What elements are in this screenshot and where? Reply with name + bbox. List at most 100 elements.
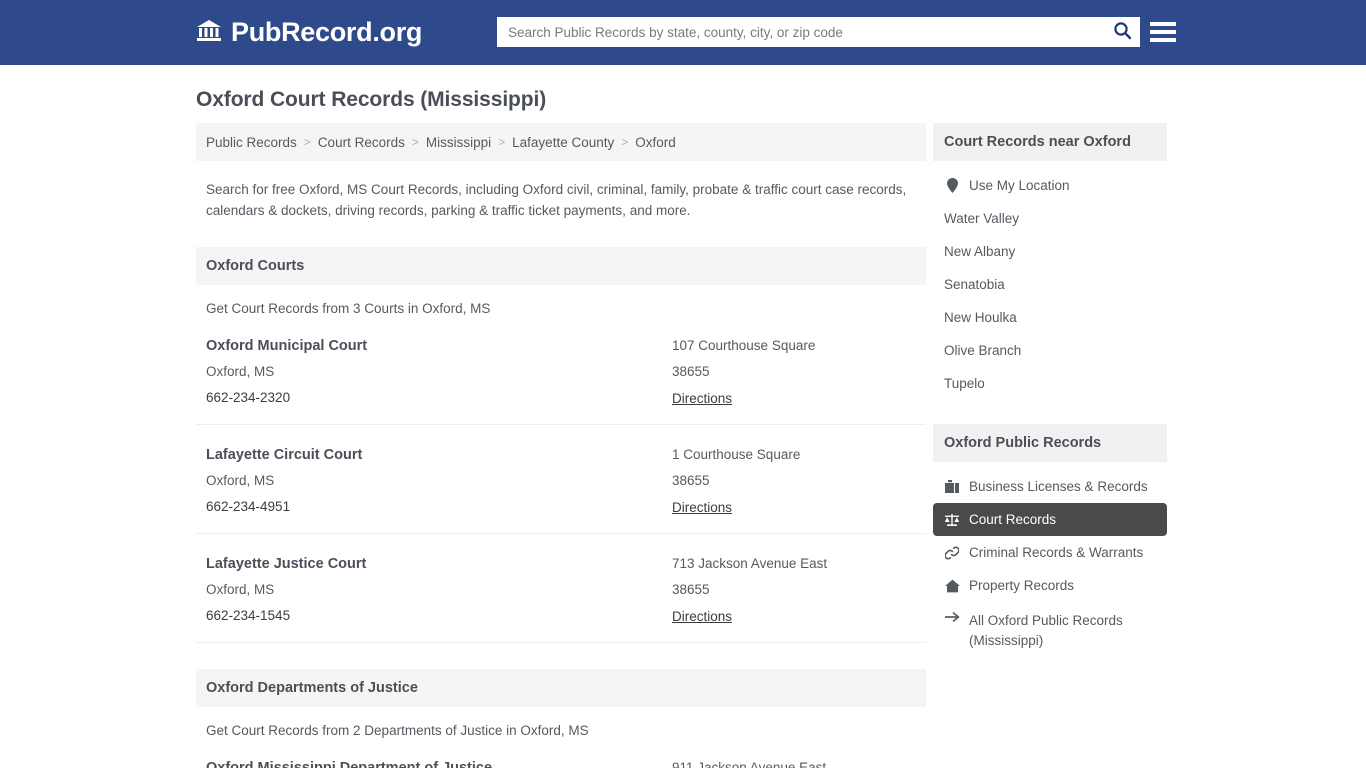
search-bar[interactable] bbox=[497, 17, 1140, 47]
hamburger-bar-2 bbox=[1150, 30, 1176, 34]
sidebar: Court Records near Oxford Use My Locatio… bbox=[933, 123, 1167, 660]
breadcrumb-separator: > bbox=[411, 135, 419, 149]
section-heading-courts: Oxford Courts bbox=[196, 247, 926, 285]
list-item: Court Records bbox=[933, 503, 1167, 536]
section-subheading-doj: Get Court Records from 2 Departments of … bbox=[206, 723, 589, 738]
breadcrumb-item-lafayette-county[interactable]: Lafayette County bbox=[512, 135, 614, 150]
breadcrumb-separator: > bbox=[303, 135, 311, 149]
sidebar-item-new-houlka[interactable]: New Houlka bbox=[933, 301, 1167, 334]
home-icon bbox=[944, 579, 960, 593]
sidebar-nearby-list: Use My Location Water Valley New Albany … bbox=[933, 161, 1167, 400]
entry-primary: Lafayette Justice Court Oxford, MS 662-2… bbox=[206, 556, 672, 626]
hamburger-menu-button[interactable] bbox=[1150, 18, 1176, 46]
sidebar-item-all-public-records[interactable]: All Oxford Public Records (Mississippi) bbox=[933, 602, 1167, 660]
table-row: Lafayette Justice Court Oxford, MS 662-2… bbox=[196, 534, 926, 643]
court-phone: 662-234-2320 bbox=[206, 390, 291, 405]
main-content: Public Records > Court Records > Mississ… bbox=[196, 123, 926, 768]
sidebar-item-label: Water Valley bbox=[944, 211, 1020, 226]
breadcrumb-item-court-records[interactable]: Court Records bbox=[318, 135, 405, 150]
scales-of-justice-icon bbox=[944, 513, 960, 527]
map-pin-icon bbox=[944, 178, 960, 193]
list-item: Use My Location bbox=[933, 169, 1167, 202]
sidebar-item-label: Senatobia bbox=[944, 277, 1005, 292]
court-address: 107 Courthouse Square bbox=[672, 338, 816, 353]
sidebar-item-label: New Albany bbox=[944, 244, 1016, 259]
table-row: Oxford Mississippi Department of Justice… bbox=[196, 738, 926, 768]
site-header: PubRecord.org bbox=[0, 0, 1366, 65]
sidebar-item-label: Use My Location bbox=[969, 178, 1070, 193]
hamburger-menu-icon bbox=[1150, 22, 1176, 26]
entry-secondary: 1 Courthouse Square 38655 Directions bbox=[672, 447, 916, 517]
court-city-state: Oxford, MS bbox=[206, 473, 275, 488]
directions-link[interactable]: Directions bbox=[672, 500, 732, 515]
sidebar-item-label: Court Records bbox=[969, 512, 1057, 527]
section-heading-doj: Oxford Departments of Justice bbox=[196, 669, 926, 707]
list-item: Senatobia bbox=[933, 268, 1167, 301]
breadcrumb-separator: > bbox=[498, 135, 506, 149]
court-name-link[interactable]: Lafayette Circuit Court bbox=[206, 447, 672, 463]
breadcrumb-item-public-records[interactable]: Public Records bbox=[206, 135, 297, 150]
briefcase-icon bbox=[944, 480, 960, 493]
directions-link[interactable]: Directions bbox=[672, 391, 732, 406]
site-logo[interactable]: PubRecord.org bbox=[196, 17, 422, 48]
sidebar-public-records-list: Business Licenses & Records Court Record… bbox=[933, 462, 1167, 660]
sidebar-item-tupelo[interactable]: Tupelo bbox=[933, 367, 1167, 400]
entry-secondary: 713 Jackson Avenue East 38655 Directions bbox=[672, 556, 916, 626]
sidebar-item-criminal-records[interactable]: Criminal Records & Warrants bbox=[933, 536, 1167, 569]
list-item: Criminal Records & Warrants bbox=[933, 536, 1167, 569]
court-address: 713 Jackson Avenue East bbox=[672, 556, 828, 571]
court-name-link[interactable]: Lafayette Justice Court bbox=[206, 556, 672, 572]
sidebar-heading-public-records: Oxford Public Records bbox=[933, 424, 1167, 462]
list-item: New Albany bbox=[933, 235, 1167, 268]
brand-name: PubRecord.org bbox=[231, 17, 423, 47]
court-zip: 38655 bbox=[672, 364, 710, 379]
section-subheading-courts: Get Court Records from 3 Courts in Oxfor… bbox=[206, 301, 491, 316]
sidebar-item-label: All Oxford Public Records (Mississippi) bbox=[969, 613, 1123, 648]
court-city-state: Oxford, MS bbox=[206, 582, 275, 597]
doj-name-link[interactable]: Oxford Mississippi Department of Justice bbox=[206, 760, 672, 768]
breadcrumb-separator: > bbox=[621, 135, 629, 149]
search-input[interactable] bbox=[498, 18, 1105, 46]
sidebar-item-label: New Houlka bbox=[944, 310, 1017, 325]
search-button[interactable] bbox=[1105, 18, 1139, 46]
list-item: Business Licenses & Records bbox=[933, 470, 1167, 503]
court-zip: 38655 bbox=[672, 473, 710, 488]
doj-address: 911 Jackson Avenue East bbox=[672, 760, 827, 768]
sidebar-heading-nearby: Court Records near Oxford bbox=[933, 123, 1167, 161]
list-item: Property Records bbox=[933, 569, 1167, 602]
breadcrumb: Public Records > Court Records > Mississ… bbox=[196, 123, 926, 161]
table-row: Oxford Municipal Court Oxford, MS 662-23… bbox=[196, 316, 926, 425]
list-item: Tupelo bbox=[933, 367, 1167, 400]
breadcrumb-item-mississippi[interactable]: Mississippi bbox=[426, 135, 491, 150]
sidebar-item-new-albany[interactable]: New Albany bbox=[933, 235, 1167, 268]
sidebar-item-label: Property Records bbox=[969, 578, 1075, 593]
sidebar-item-label: Criminal Records & Warrants bbox=[969, 545, 1144, 560]
court-zip: 38655 bbox=[672, 582, 710, 597]
breadcrumb-item-oxford[interactable]: Oxford bbox=[635, 135, 676, 150]
court-address: 1 Courthouse Square bbox=[672, 447, 801, 462]
entry-primary: Lafayette Circuit Court Oxford, MS 662-2… bbox=[206, 447, 672, 517]
court-phone: 662-234-1545 bbox=[206, 608, 291, 623]
page-description: Search for free Oxford, MS Court Records… bbox=[206, 182, 907, 218]
list-item: All Oxford Public Records (Mississippi) bbox=[933, 602, 1167, 660]
court-phone: 662-234-4951 bbox=[206, 499, 291, 514]
list-item: New Houlka bbox=[933, 301, 1167, 334]
entry-secondary: 911 Jackson Avenue East 38655 Directions bbox=[672, 760, 916, 768]
directions-link[interactable]: Directions bbox=[672, 609, 732, 624]
entry-primary: Oxford Municipal Court Oxford, MS 662-23… bbox=[206, 338, 672, 408]
table-row: Lafayette Circuit Court Oxford, MS 662-2… bbox=[196, 425, 926, 534]
court-city-state: Oxford, MS bbox=[206, 364, 275, 379]
arrow-right-icon bbox=[944, 611, 960, 623]
hamburger-bar-3 bbox=[1150, 38, 1176, 42]
handcuffs-icon bbox=[944, 546, 960, 560]
sidebar-item-olive-branch[interactable]: Olive Branch bbox=[933, 334, 1167, 367]
sidebar-item-property-records[interactable]: Property Records bbox=[933, 569, 1167, 602]
court-name-link[interactable]: Oxford Municipal Court bbox=[206, 338, 672, 354]
page-title: Oxford Court Records (Mississippi) bbox=[196, 88, 547, 111]
sidebar-item-business-licenses[interactable]: Business Licenses & Records bbox=[933, 470, 1167, 503]
sidebar-item-use-my-location[interactable]: Use My Location bbox=[933, 169, 1167, 202]
sidebar-item-water-valley[interactable]: Water Valley bbox=[933, 202, 1167, 235]
entry-secondary: 107 Courthouse Square 38655 Directions bbox=[672, 338, 916, 408]
sidebar-item-court-records[interactable]: Court Records bbox=[933, 503, 1167, 536]
sidebar-item-senatobia[interactable]: Senatobia bbox=[933, 268, 1167, 301]
